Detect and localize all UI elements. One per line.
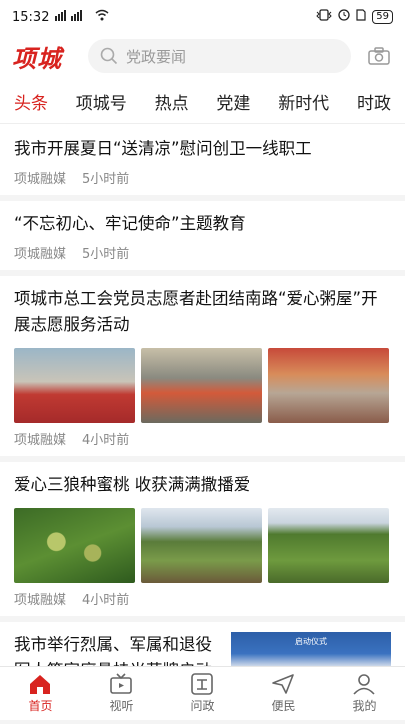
nav-video[interactable]: 视听 (109, 673, 134, 714)
home-icon (30, 675, 51, 694)
news-source: 项城融媒 (14, 593, 67, 608)
news-photo-stall[interactable] (268, 348, 389, 423)
tab-hot[interactable]: 热点 (155, 89, 189, 114)
nav-label: 便民 (271, 699, 296, 713)
signal-icon (55, 9, 89, 25)
sim-icon (356, 9, 366, 25)
search-placeholder: 党政要闻 (126, 47, 187, 66)
news-title: 我市开展夏日“送清凉”慰问创卫一线职工 (14, 139, 312, 158)
news-title: “不忘初心、牢记使命”主题教育 (14, 214, 246, 233)
send-icon (272, 674, 295, 694)
news-item[interactable]: 项城市总工会党员志愿者赴团结南路“爱心粥屋”开展志愿服务活动 项城融媒 4小时前 (0, 276, 405, 462)
news-time: 5小时前 (82, 247, 130, 262)
tv-icon (110, 673, 133, 694)
nav-inquiry[interactable]: 问政 (190, 673, 215, 714)
tab-party-building[interactable]: 党建 (216, 89, 250, 114)
news-photo-market[interactable] (141, 348, 262, 423)
status-time: 15:32 (12, 9, 50, 25)
news-title: 项城市总工会党员志愿者赴团结南路“爱心粥屋”开展志愿服务活动 (14, 289, 378, 334)
nav-label: 我的 (352, 699, 377, 713)
news-time: 4小时前 (82, 433, 130, 448)
tab-politics[interactable]: 时政 (357, 89, 391, 114)
news-photo-caption: 启动仪式 (295, 637, 327, 646)
battery-indicator: 59 (372, 10, 393, 24)
bottom-navigation: 首页 视听 问政 便民 我的 (0, 666, 405, 720)
news-feed: 我市开展夏日“送清凉”慰问创卫一线职工 项城融媒 5小时前 “不忘初心、牢记使命… (0, 126, 405, 724)
alarm-icon (338, 9, 350, 25)
search-bar[interactable]: 党政要闻 (88, 39, 351, 73)
news-images (14, 508, 391, 583)
news-item[interactable]: 我市开展夏日“送清凉”慰问创卫一线职工 项城融媒 5小时前 (0, 126, 405, 201)
news-source: 项城融媒 (14, 172, 67, 187)
tab-xiangcheng-hao[interactable]: 项城号 (76, 89, 127, 114)
tab-new-era[interactable]: 新时代 (278, 89, 329, 114)
status-left: 15:32 (12, 9, 109, 25)
news-photo-orchard[interactable] (268, 508, 389, 583)
wifi-icon (95, 9, 109, 25)
inquiry-icon (191, 673, 214, 695)
user-icon (353, 674, 376, 695)
category-tabs: 头条 项城号 热点 党建 新时代 时政 (0, 80, 405, 124)
status-right: 59 (316, 9, 393, 25)
news-photo-peaches[interactable] (14, 508, 135, 583)
app-logo[interactable]: 项城 (12, 39, 82, 74)
nav-home[interactable]: 首页 (28, 673, 53, 714)
news-item[interactable]: 爱心三狼种蜜桃 收获满满撒播爱 项城融媒 4小时前 (0, 462, 405, 622)
news-title: 爱心三狼种蜜桃 收获满满撒播爱 (14, 475, 251, 494)
news-images (14, 348, 391, 423)
nav-label: 首页 (28, 699, 53, 713)
status-bar: 15:32 59 (0, 0, 405, 34)
news-item[interactable]: “不忘初心、牢记使命”主题教育 项城融媒 5小时前 (0, 201, 405, 276)
news-photo-field[interactable] (141, 508, 262, 583)
tab-headlines[interactable]: 头条 (14, 89, 48, 114)
nav-label: 问政 (190, 699, 215, 713)
search-icon (100, 47, 118, 65)
nav-label: 视听 (109, 699, 134, 713)
news-time: 5小时前 (82, 172, 130, 187)
news-meta: 项城融媒 4小时前 (14, 429, 391, 448)
camera-icon[interactable] (365, 47, 393, 65)
news-source: 项城融媒 (14, 247, 67, 262)
app-header: 项城 党政要闻 (0, 34, 405, 78)
vibrate-icon (316, 9, 332, 25)
news-time: 4小时前 (82, 593, 130, 608)
nav-services[interactable]: 便民 (271, 673, 296, 714)
news-meta: 项城融媒 5小时前 (14, 243, 391, 262)
news-meta: 项城融媒 5小时前 (14, 168, 391, 187)
news-photo-volunteers[interactable] (14, 348, 135, 423)
news-source: 项城融媒 (14, 433, 67, 448)
nav-profile[interactable]: 我的 (352, 673, 377, 714)
news-meta: 项城融媒 4小时前 (14, 589, 391, 608)
